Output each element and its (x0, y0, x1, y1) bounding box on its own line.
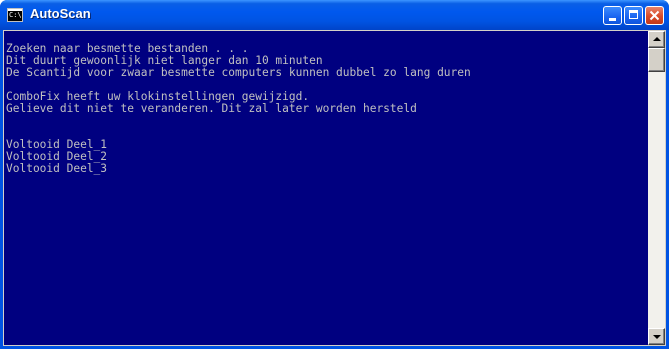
maximize-icon (629, 10, 638, 19)
maximize-button[interactable] (624, 6, 643, 25)
console-icon[interactable]: C:\ (7, 8, 23, 22)
minimize-icon (609, 18, 616, 21)
scroll-down-button[interactable] (648, 328, 665, 345)
window-title: AutoScan (30, 6, 91, 21)
scrollbar-thumb[interactable] (648, 48, 665, 72)
close-icon (649, 10, 660, 21)
console-line: De Scantijd voor zwaar besmette computer… (6, 66, 471, 79)
console-window: C:\ AutoScan Zoeken naar besmette bestan… (0, 0, 669, 349)
console-output[interactable]: Zoeken naar besmette bestanden . . . Dit… (4, 31, 648, 345)
console-line: Voltooid Deel_3 (6, 162, 108, 175)
close-button[interactable] (645, 6, 664, 25)
minimize-button[interactable] (603, 6, 622, 25)
console-line: Gelieve dit niet te veranderen. Dit zal … (6, 102, 417, 115)
scroll-up-button[interactable] (648, 31, 665, 48)
console-lines: Zoeken naar besmette bestanden . . . Dit… (6, 43, 471, 175)
console-icon-text: C:\ (9, 11, 22, 19)
down-arrow-icon (653, 335, 661, 339)
vertical-scrollbar[interactable] (648, 31, 665, 345)
window-client-area: Zoeken naar besmette bestanden . . . Dit… (3, 30, 666, 346)
title-bar[interactable]: C:\ AutoScan (0, 0, 669, 30)
up-arrow-icon (653, 37, 661, 41)
